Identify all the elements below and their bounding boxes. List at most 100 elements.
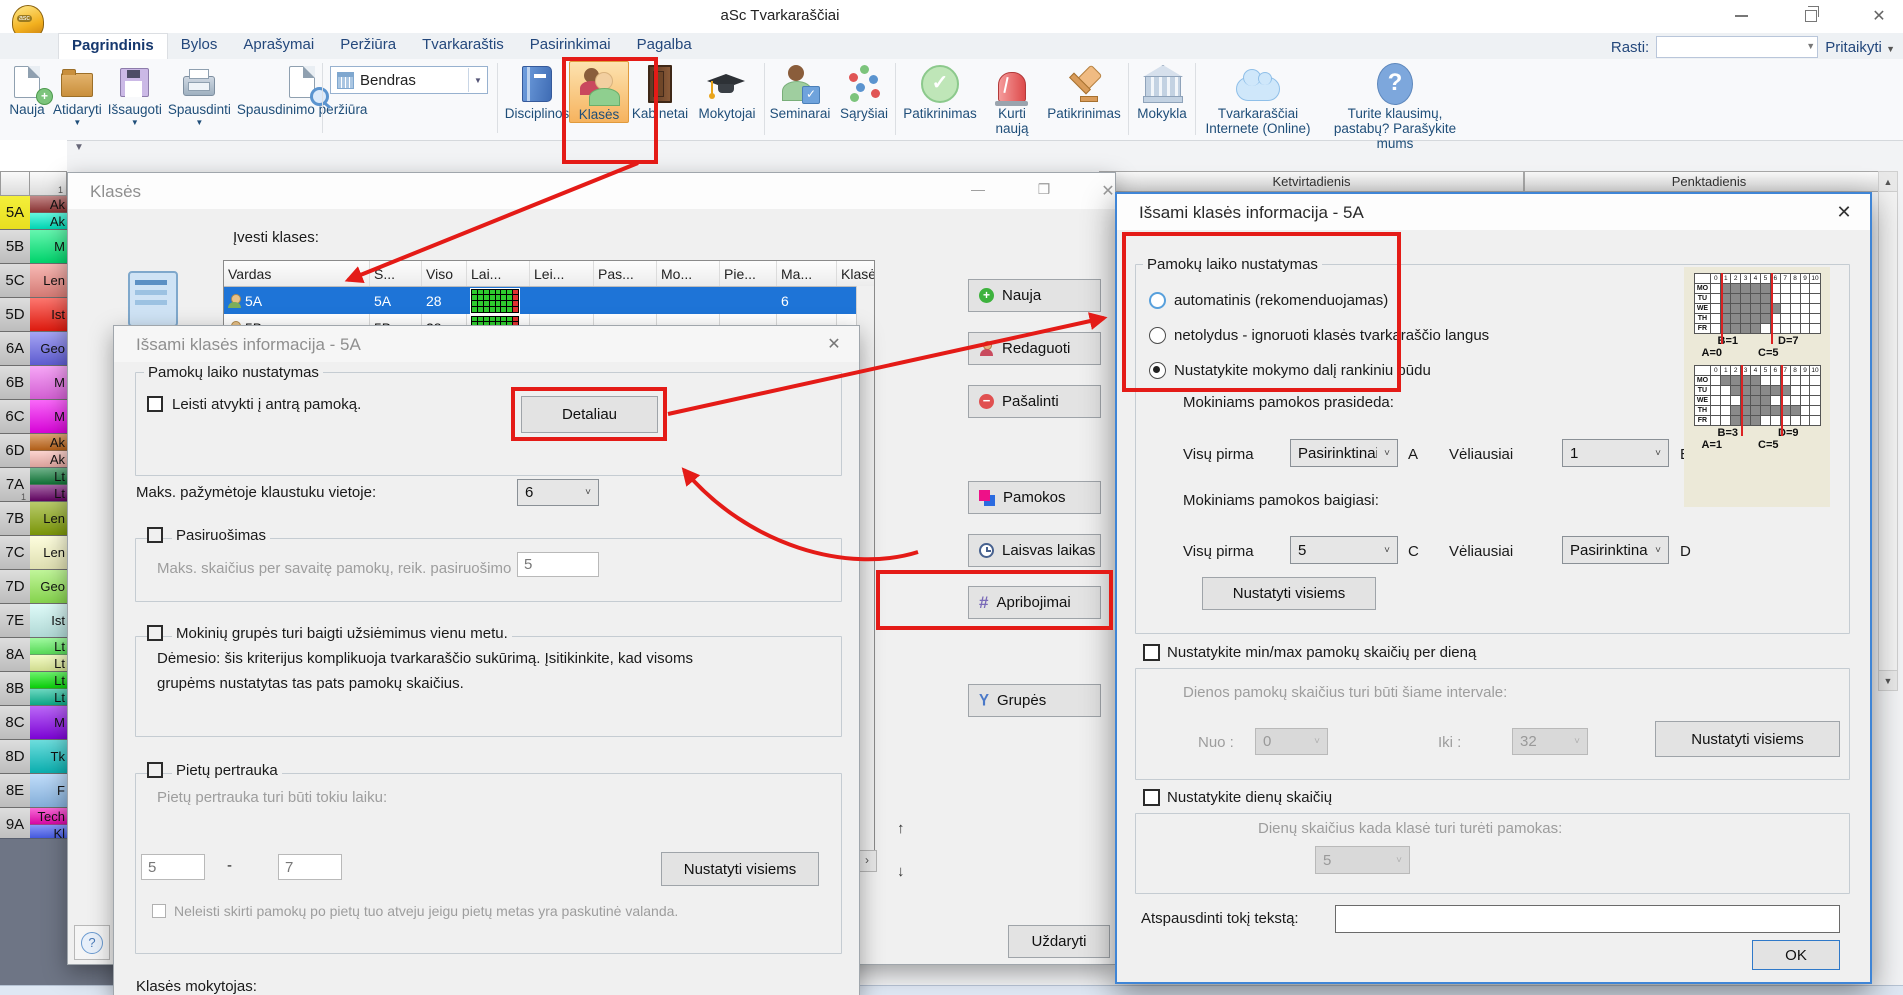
minmax-label[interactable]: Nustatykite min/max pamokų skaičių per d…	[1167, 644, 1476, 661]
class-row-5C[interactable]: 5CLen	[0, 264, 67, 298]
column-header-lai[interactable]: Lai...	[467, 261, 530, 286]
class-row-5A[interactable]: 5AAkAk	[0, 196, 67, 230]
max-question-combo[interactable]: 6˅	[517, 479, 599, 506]
find-input[interactable]: ▼	[1656, 36, 1818, 58]
prep-max-input[interactable]	[517, 552, 599, 577]
set-all-button[interactable]: Nustatyti visiems	[661, 852, 819, 886]
details-button[interactable]: Detaliau	[521, 396, 658, 433]
days-label[interactable]: Nustatykite dienų skaičių	[1167, 789, 1332, 806]
ribbon-item-mokytojai[interactable]: Mokytojai	[691, 61, 763, 121]
tab-pagrindinis[interactable]: Pagrindinis	[58, 33, 168, 60]
laisvas-laikas-button[interactable]: Laisvas laikas	[968, 534, 1101, 567]
view-combo[interactable]: Bendras ▼	[330, 66, 488, 94]
set-all-button-2[interactable]: Nustatyti visiems	[1655, 721, 1840, 757]
class-row-6D[interactable]: 6DAkAk	[0, 434, 67, 468]
days-checkbox[interactable]	[1143, 789, 1160, 806]
print-text-input[interactable]	[1335, 905, 1840, 933]
klases-dialog-titlebar[interactable]: Klasės — ❒ ✕	[68, 173, 1115, 209]
no-afternoon-checkbox[interactable]	[152, 904, 166, 918]
column-header-ma[interactable]: Ma...	[777, 261, 837, 286]
tab-peržiūra[interactable]: Peržiūra	[327, 33, 409, 59]
minimize-icon[interactable]: —	[962, 181, 994, 197]
class-row-6A[interactable]: 6AGeo	[0, 332, 67, 366]
class-row-6B[interactable]: 6BM	[0, 366, 67, 400]
start-first-combo[interactable]: Pasirinktinai˅	[1290, 439, 1398, 467]
minmax-checkbox[interactable]	[1143, 644, 1160, 661]
preparation-label[interactable]: Pasiruošimas	[172, 527, 270, 544]
ribbon-item-kurti-nauj-[interactable]: Kurti naują	[983, 61, 1041, 136]
class-row-7A[interactable]: 7ALtLt	[0, 468, 67, 502]
end-first-combo[interactable]: 5˅	[1290, 536, 1398, 564]
manual-radio[interactable]	[1149, 362, 1166, 379]
tab-aprašymai[interactable]: Aprašymai	[230, 33, 327, 59]
grup-s-button[interactable]: YGrupės	[968, 684, 1101, 717]
move-down-arrow[interactable]: ↓	[897, 863, 905, 880]
close-icon[interactable]: ✕	[819, 334, 849, 356]
class-row-8A[interactable]: 8ALtLt	[0, 638, 67, 672]
class-row-7D[interactable]: 7DGeo	[0, 570, 67, 604]
lunch-label[interactable]: Pietų pertrauka	[172, 762, 282, 779]
move-up-arrow[interactable]: ↑	[897, 820, 905, 837]
minimize-button[interactable]	[1722, 2, 1760, 30]
end-latest-combo[interactable]: Pasirinktinai˅	[1562, 536, 1669, 564]
column-header-klass[interactable]: Klasės	[837, 261, 875, 286]
maximize-button[interactable]	[1792, 2, 1830, 30]
close-icon[interactable]: ✕	[1829, 202, 1859, 224]
chevron-down-icon[interactable]: ▼	[73, 118, 81, 127]
ribbon-item-s-ry-iai[interactable]: Sąryšiai	[834, 61, 894, 121]
discontinuous-radio[interactable]	[1149, 327, 1166, 344]
dropdown-caret-icon[interactable]: ▼	[74, 142, 84, 153]
column-header-s[interactable]: S...	[370, 261, 422, 286]
column-header-viso[interactable]: Viso	[422, 261, 467, 286]
column-header-pas[interactable]: Pas...	[594, 261, 657, 286]
class-row-7E[interactable]: 7EIst	[0, 604, 67, 638]
set-all-button[interactable]: Nustatyti visiems	[1202, 577, 1376, 610]
ribbon-item-disciplinos[interactable]: Disciplinos	[505, 61, 569, 121]
class-row-5B[interactable]: 5BM	[0, 230, 67, 264]
start-latest-combo[interactable]: 1˅	[1562, 439, 1669, 467]
scroll-right-button[interactable]: ›	[857, 850, 877, 872]
second-lesson-checkbox[interactable]	[147, 396, 163, 412]
column-header-lei[interactable]: Lei...	[530, 261, 594, 286]
class-row-6C[interactable]: 6CM	[0, 400, 67, 434]
ribbon-item-patikrinimas[interactable]: Patikrinimas	[1041, 61, 1127, 121]
vertical-scrollbar[interactable]: ▲ ▼	[1878, 171, 1898, 691]
scroll-up-button[interactable]: ▲	[1879, 172, 1897, 192]
column-header-pie[interactable]: Pie...	[720, 261, 777, 286]
discontinuous-radio-label[interactable]: netolydus - ignoruoti klasės tvarkarašči…	[1174, 327, 1489, 344]
class-row-8B[interactable]: 8BLtLt	[0, 672, 67, 706]
ribbon-item-nauja[interactable]: +Nauja	[4, 61, 50, 129]
pamokos-button[interactable]: Pamokos	[968, 481, 1101, 514]
redaguoti-button[interactable]: Redaguoti	[968, 332, 1101, 365]
scroll-down-button[interactable]: ▼	[1879, 670, 1897, 690]
tab-pasirinkimai[interactable]: Pasirinkimai	[517, 33, 624, 59]
close-button[interactable]: ✕	[1860, 2, 1898, 30]
ribbon-item-mokykla[interactable]: Mokykla	[1130, 61, 1194, 121]
ribbon-item-spausdinti[interactable]: Spausdinti▼	[165, 61, 234, 129]
ribbon-item-turite-klausim-pastab-para-ykite-mums[interactable]: ?Turite klausimų, pastabų? Parašykite mu…	[1319, 61, 1471, 151]
lunch-checkbox[interactable]	[147, 762, 163, 778]
apply-button[interactable]: Pritaikyti ▼	[1825, 39, 1895, 56]
nauja-button[interactable]: +Nauja	[968, 279, 1101, 312]
detail-dialog-titlebar[interactable]: Išsami klasės informacija - 5A ✕	[114, 326, 859, 362]
ribbon-item-seminarai[interactable]: ✓Seminarai	[766, 61, 834, 121]
ribbon-item-klas-s[interactable]: Klasės	[569, 61, 629, 123]
class-row-9A[interactable]: 9ATechKl	[0, 808, 67, 842]
detail-dialog-titlebar[interactable]: Išsami klasės informacija - 5A ✕	[1117, 194, 1870, 230]
pa-alinti-button[interactable]: −Pašalinti	[968, 385, 1101, 418]
class-row-7B[interactable]: 7BLen	[0, 502, 67, 536]
tab-bylos[interactable]: Bylos	[168, 33, 231, 59]
manual-radio-label[interactable]: Nustatykite mokymo dalį rankiniu būdu	[1174, 362, 1431, 379]
tab-tvarkaraštis[interactable]: Tvarkaraštis	[409, 33, 517, 59]
class-row-8C[interactable]: 8CM	[0, 706, 67, 740]
ribbon-item-i-saugoti[interactable]: Išsaugoti▼	[105, 61, 165, 129]
class-row-5D[interactable]: 5DIst	[0, 298, 67, 332]
auto-radio-label[interactable]: automatinis (rekomenduojamas)	[1174, 292, 1388, 309]
groups-end-checkbox[interactable]	[147, 625, 163, 641]
column-header-mo[interactable]: Mo...	[657, 261, 720, 286]
close-dialog-button[interactable]: Uždaryti	[1008, 925, 1110, 958]
ribbon-item-atidaryti[interactable]: Atidaryti▼	[50, 61, 105, 129]
second-lesson-label[interactable]: Leisti atvykti į antrą pamoką.	[172, 396, 361, 413]
tab-pagalba[interactable]: Pagalba	[624, 33, 705, 59]
chevron-down-icon[interactable]: ▼	[468, 68, 487, 92]
